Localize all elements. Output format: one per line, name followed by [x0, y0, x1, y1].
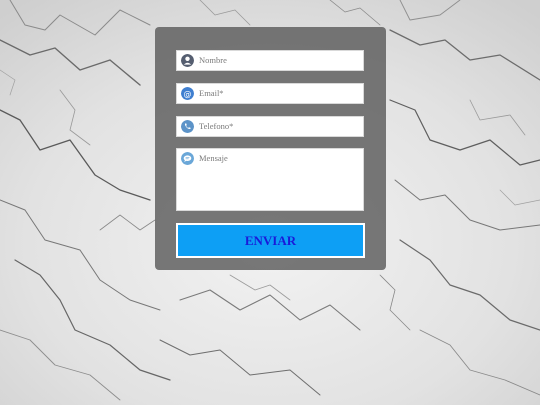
submit-label: ENVIAR: [244, 232, 297, 248]
email-field[interactable]: @ Email*: [176, 83, 364, 104]
contact-form-panel: Nombre @ Email* Telefono* Mensaje ENVIAR: [155, 27, 386, 270]
name-placeholder: Nombre: [199, 55, 227, 65]
submit-button[interactable]: ENVIAR: [176, 223, 365, 258]
name-field[interactable]: Nombre: [176, 50, 364, 71]
message-field[interactable]: Mensaje: [176, 148, 364, 211]
email-placeholder: Email*: [199, 88, 224, 98]
at-icon: @: [181, 87, 194, 100]
message-placeholder: Mensaje: [199, 153, 228, 163]
svg-text:@: @: [184, 89, 192, 98]
user-icon: [181, 54, 194, 67]
phone-placeholder: Telefono*: [199, 121, 234, 131]
phone-field[interactable]: Telefono*: [176, 116, 364, 137]
phone-icon: [181, 120, 194, 133]
chat-bubble-icon: [181, 152, 194, 165]
